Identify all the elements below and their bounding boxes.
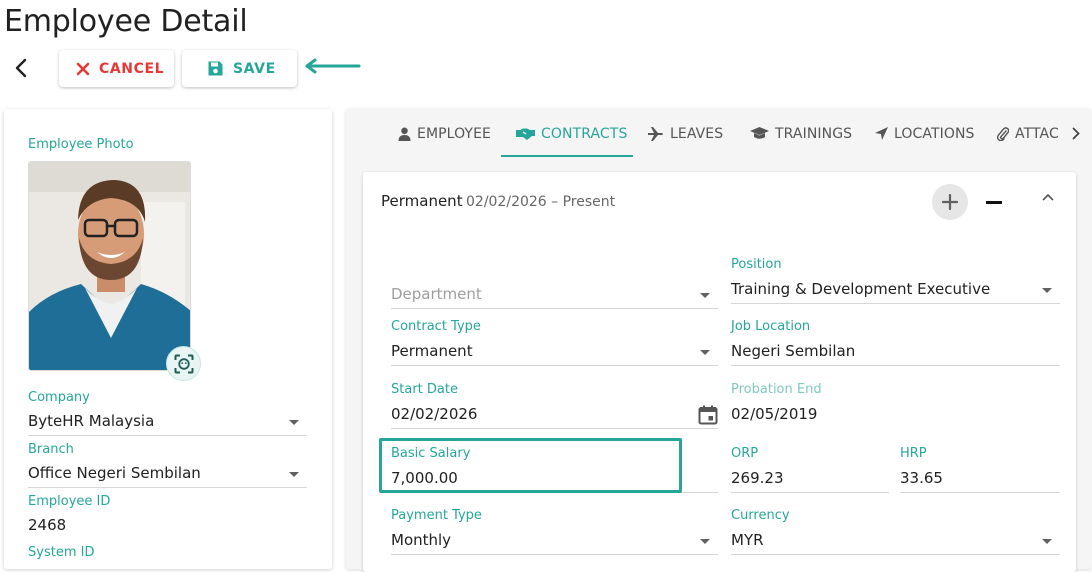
company-value: ByteHR Malaysia <box>28 412 155 430</box>
tab-leaves[interactable]: LEAVES <box>648 110 723 157</box>
start-date-value: 02/02/2026 <box>391 405 478 423</box>
company-select[interactable]: Company ByteHR Malaysia <box>28 390 307 436</box>
paperclip-icon <box>997 126 1009 141</box>
calendar-icon[interactable] <box>698 405 718 435</box>
probation-end-value: 02/05/2019 <box>731 405 818 423</box>
dropdown-caret-icon <box>289 420 299 425</box>
floppy-disk-icon <box>207 60 224 77</box>
job-location-label: Job Location <box>731 319 811 334</box>
location-arrow-icon <box>875 127 888 140</box>
chevron-right-icon <box>1072 127 1080 140</box>
save-button[interactable]: SAVE <box>182 50 297 87</box>
plane-icon <box>648 126 664 141</box>
system-id-field: System ID <box>28 545 307 562</box>
hrp-label: HRP <box>900 446 927 461</box>
payment-type-label: Payment Type <box>391 508 482 523</box>
contract-title: Permanent <box>381 192 463 210</box>
save-label: SAVE <box>233 60 276 77</box>
department-placeholder: Department <box>391 285 482 303</box>
system-id-label: System ID <box>28 545 95 560</box>
payment-type-select[interactable]: Payment Type Monthly <box>391 508 718 555</box>
dropdown-caret-icon <box>700 350 710 355</box>
position-select[interactable]: Position Training & Development Executiv… <box>731 257 1060 304</box>
back-button[interactable] <box>8 54 34 82</box>
face-scan-icon <box>174 354 193 373</box>
tab-label: EMPLOYEE <box>417 125 491 142</box>
orp-value: 269.23 <box>731 469 784 487</box>
start-date-label: Start Date <box>391 382 458 397</box>
face-scan-button[interactable] <box>166 346 201 381</box>
dropdown-caret-icon <box>700 539 710 544</box>
tab-locations[interactable]: LOCATIONS <box>875 110 975 157</box>
tab-bar: EMPLOYEE CONTRACTS LEAVES TRAININGS LOCA… <box>346 110 1092 157</box>
graduation-cap-icon <box>750 127 769 140</box>
tab-label: CONTRACTS <box>541 125 628 142</box>
probation-end-field: Probation End 02/05/2019 <box>731 382 1060 429</box>
start-date-field[interactable]: Start Date 02/02/2026 <box>391 382 718 429</box>
basic-salary-value: 7,000.00 <box>391 469 458 487</box>
currency-select[interactable]: Currency MYR <box>731 508 1060 555</box>
hrp-value: 33.65 <box>900 469 943 487</box>
contract-type-value: Permanent <box>391 342 473 360</box>
minus-icon <box>986 200 1002 204</box>
employee-id-label: Employee ID <box>28 494 111 509</box>
chevron-up-icon <box>1042 193 1054 201</box>
position-label: Position <box>731 257 782 272</box>
tab-contracts[interactable]: CONTRACTS <box>516 110 627 157</box>
collapse-contract-button[interactable] <box>1039 190 1057 204</box>
tab-label: LOCATIONS <box>894 125 975 142</box>
contract-type-select[interactable]: Contract Type Permanent <box>391 319 718 366</box>
currency-label: Currency <box>731 508 790 523</box>
dropdown-caret-icon <box>1042 539 1052 544</box>
tab-trainings[interactable]: TRAININGS <box>750 110 852 157</box>
branch-select[interactable]: Branch Office Negeri Sembilan <box>28 442 307 488</box>
basic-salary-field[interactable]: Basic Salary 7,000.00 <box>391 446 718 493</box>
tab-label: ATTACI <box>1015 125 1060 142</box>
contract-period: 02/02/2026 – Present <box>466 194 616 210</box>
basic-salary-label: Basic Salary <box>391 446 471 461</box>
contract-type-label: Contract Type <box>391 319 481 334</box>
hrp-field[interactable]: HRP 33.65 <box>900 446 1060 493</box>
probation-end-label: Probation End <box>731 382 822 397</box>
job-location-field[interactable]: Job Location Negeri Sembilan <box>731 319 1060 366</box>
company-label: Company <box>28 390 90 405</box>
arrow-left-icon <box>305 58 361 78</box>
orp-field[interactable]: ORP 269.23 <box>731 446 889 493</box>
dropdown-caret-icon <box>700 293 710 298</box>
tab-label: LEAVES <box>670 125 724 142</box>
person-icon <box>398 127 411 141</box>
plus-icon <box>942 194 958 210</box>
page-title: Employee Detail <box>4 4 248 39</box>
handshake-icon <box>516 128 535 140</box>
dropdown-caret-icon <box>1042 288 1052 293</box>
employee-photo <box>28 161 191 371</box>
branch-label: Branch <box>28 442 74 457</box>
branch-value: Office Negeri Sembilan <box>28 464 201 482</box>
employee-id-value: 2468 <box>28 516 67 534</box>
remove-contract-button[interactable] <box>985 199 1003 205</box>
photo-label: Employee Photo <box>28 137 134 152</box>
payment-type-value: Monthly <box>391 531 452 549</box>
chevron-left-icon <box>15 58 27 78</box>
employee-id-field[interactable]: Employee ID 2468 <box>28 494 307 540</box>
currency-value: MYR <box>731 531 764 549</box>
job-location-value: Negeri Sembilan <box>731 342 856 360</box>
orp-label: ORP <box>731 446 759 461</box>
add-contract-button[interactable] <box>932 184 968 220</box>
dropdown-caret-icon <box>289 472 299 477</box>
cancel-label: CANCEL <box>99 60 165 77</box>
tab-employee[interactable]: EMPLOYEE <box>398 110 491 157</box>
tab-label: TRAININGS <box>775 125 853 142</box>
cancel-button[interactable]: CANCEL <box>59 50 174 87</box>
tab-attachments[interactable]: ATTACI <box>997 110 1060 157</box>
close-icon <box>76 62 90 76</box>
position-value: Training & Development Executive <box>731 280 991 298</box>
active-tab-indicator <box>501 155 633 157</box>
department-select[interactable]: Department <box>391 262 718 309</box>
tabs-scroll-right-button[interactable] <box>1066 110 1086 157</box>
